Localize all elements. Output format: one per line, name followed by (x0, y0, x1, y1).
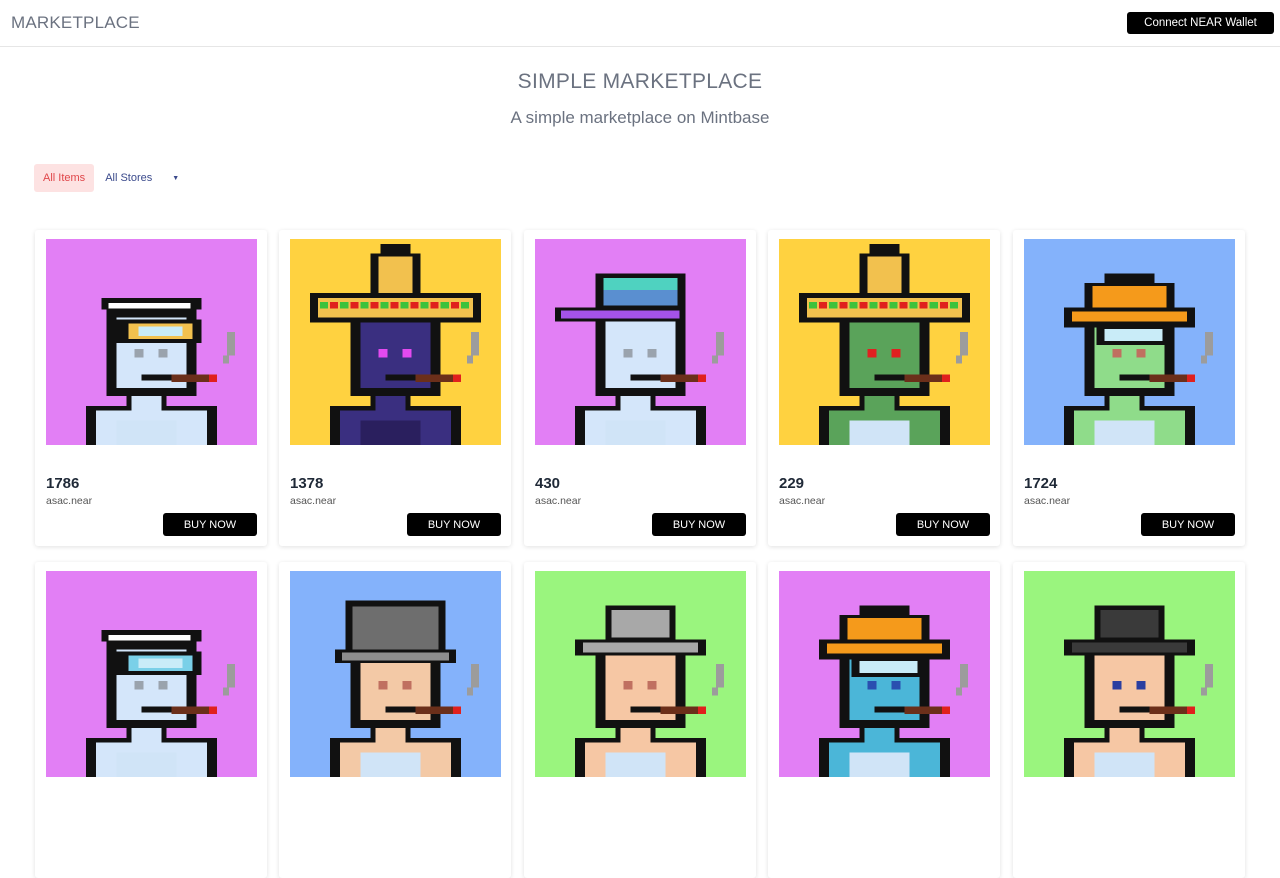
nft-card[interactable]: 430 asac.near BUY NOW (524, 230, 756, 546)
nft-token-number: 1378 (290, 475, 324, 492)
nft-image[interactable] (1024, 239, 1235, 445)
nft-owner: asac.near (535, 495, 582, 507)
nft-card[interactable] (279, 562, 511, 878)
buy-now-button[interactable]: BUY NOW (163, 513, 257, 536)
stores-dropdown[interactable]: All Stores ▼ (105, 172, 179, 184)
nft-owner: asac.near (290, 495, 337, 507)
nft-image[interactable] (535, 239, 746, 445)
nft-image[interactable] (46, 239, 257, 445)
buy-now-button[interactable]: BUY NOW (407, 513, 501, 536)
page-subtitle: A simple marketplace on Mintbase (510, 108, 770, 127)
filter-bar: All Items All Stores ▼ (34, 164, 179, 192)
nft-image[interactable] (290, 571, 501, 777)
nft-card[interactable] (768, 562, 1000, 878)
buy-now-button[interactable]: BUY NOW (1141, 513, 1235, 536)
nft-token-number: 1786 (46, 475, 80, 492)
connect-wallet-button[interactable]: Connect NEAR Wallet (1127, 12, 1274, 34)
nft-token-number: 1724 (1024, 475, 1058, 492)
chevron-down-icon: ▼ (172, 174, 180, 182)
nft-card[interactable]: 1724 asac.near BUY NOW (1013, 230, 1245, 546)
nft-owner: asac.near (46, 495, 93, 507)
tab-all-items[interactable]: All Items (34, 164, 95, 192)
nft-owner: asac.near (779, 495, 826, 507)
stores-dropdown-label: All Stores (105, 172, 153, 184)
nft-card[interactable]: 1378 asac.near BUY NOW (279, 230, 511, 546)
nft-image[interactable] (290, 239, 501, 445)
nft-image[interactable] (779, 571, 990, 777)
nft-image[interactable] (1024, 571, 1235, 777)
nft-token-number: 430 (535, 475, 561, 492)
nft-card[interactable]: 229 asac.near BUY NOW (768, 230, 1000, 546)
nft-token-number: 229 (779, 475, 805, 492)
nft-card[interactable] (35, 562, 267, 878)
buy-now-button[interactable]: BUY NOW (652, 513, 746, 536)
nft-image[interactable] (535, 571, 746, 777)
nft-image[interactable] (46, 571, 257, 777)
nft-card[interactable]: 1786 asac.near BUY NOW (35, 230, 267, 546)
nft-owner: asac.near (1024, 495, 1071, 507)
nft-image[interactable] (779, 239, 990, 445)
page-title: SIMPLE MARKETPLACE (517, 70, 763, 93)
buy-now-button[interactable]: BUY NOW (896, 513, 990, 536)
brand-title[interactable]: MARKETPLACE (11, 13, 140, 33)
nft-card[interactable] (524, 562, 756, 878)
top-navbar: MARKETPLACE Connect NEAR Wallet (0, 0, 1280, 47)
nft-card[interactable] (1013, 562, 1245, 878)
